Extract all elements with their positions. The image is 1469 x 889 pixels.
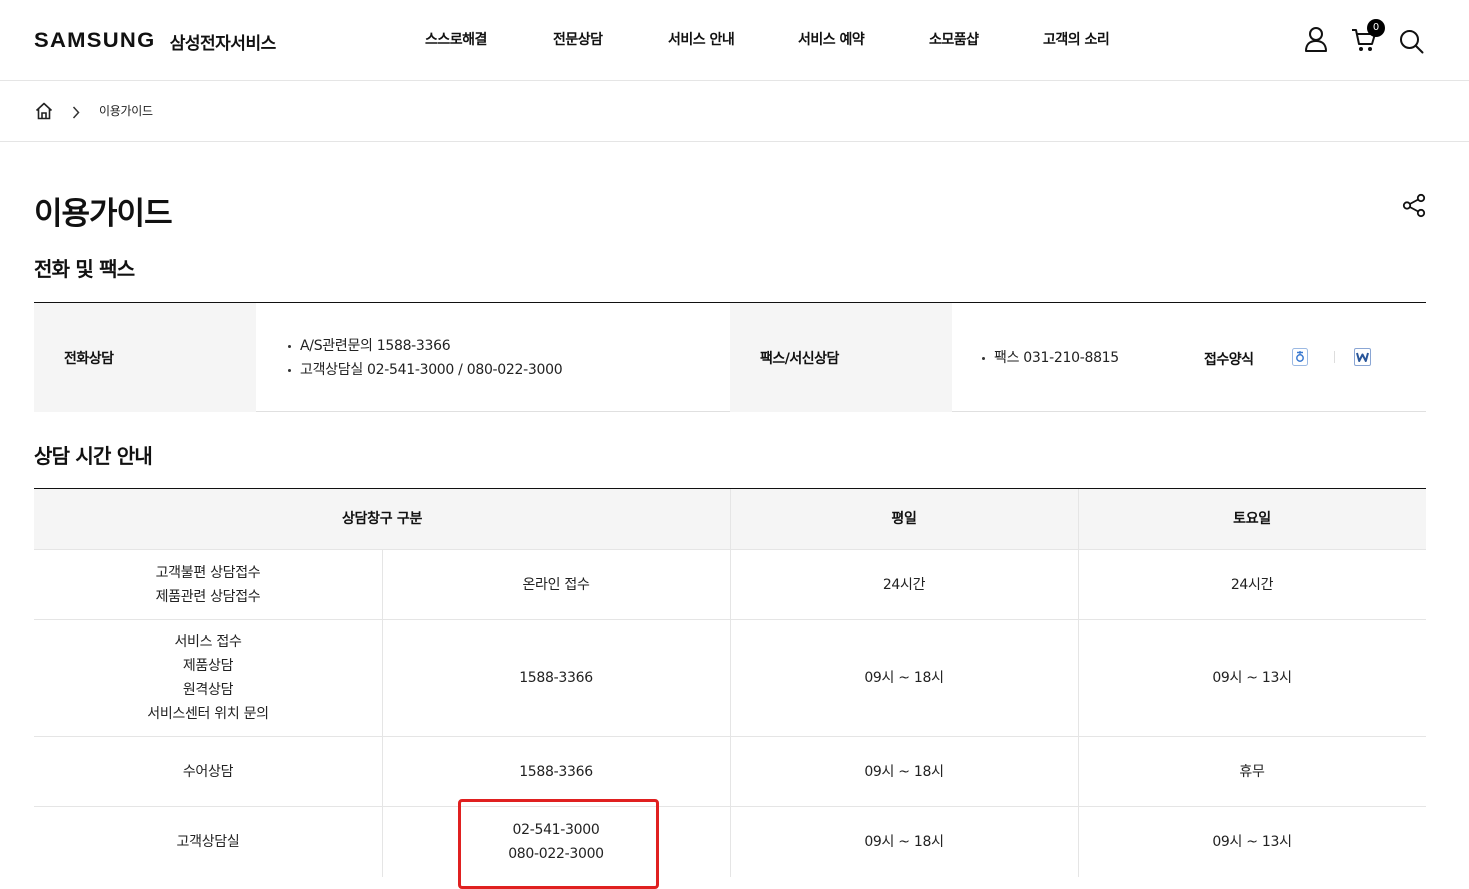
breadcrumb: 이용가이드 (0, 81, 1469, 142)
list-item: A/S관련문의 1588-3366 (286, 334, 562, 358)
nav-self-solve[interactable]: 스스로해결 (425, 29, 487, 49)
phone-consult-label: 전화상담 (34, 303, 256, 412)
icon-divider (1334, 351, 1335, 363)
nav-expert-consult[interactable]: 전문상담 (553, 29, 603, 49)
logo-wordmark: SAMSUNG (34, 29, 156, 52)
word-file-icon[interactable] (1354, 348, 1371, 370)
row-category: 고객불편 상담접수 제품관련 상담접수 (155, 564, 261, 605)
row-saturday: 24시간 (1230, 576, 1274, 593)
chevron-right-icon (72, 104, 80, 123)
table-row: 수어상담 1588-3366 09시 ~ 18시 휴무 (34, 737, 1426, 807)
row-weekday: 24시간 (882, 576, 926, 593)
cart-count-badge: 0 (1367, 19, 1385, 37)
logo-service-name: 삼성전자서비스 (169, 33, 276, 54)
home-icon[interactable] (35, 102, 53, 124)
section-title-hours: 상담 시간 안내 (34, 444, 153, 468)
search-icon[interactable] (1399, 29, 1424, 54)
nav-customer-voice[interactable]: 고객의 소리 (1043, 29, 1110, 49)
share-icon[interactable] (1401, 193, 1427, 222)
list-item: 고객상담실 02-541-3000 / 080-022-3000 (286, 358, 563, 382)
nav-service-info[interactable]: 서비스 안내 (668, 29, 735, 49)
section-title-phone-fax: 전화 및 팩스 (34, 257, 135, 281)
phone-list: A/S관련문의 1588-3366 고객상담실 02-541-3000 / 08… (286, 334, 563, 382)
nav-consumables-shop[interactable]: 소모품샵 (929, 29, 979, 49)
row-saturday: 09시 ~ 13시 (1212, 670, 1292, 686)
row-saturday: 휴무 (1239, 763, 1265, 780)
user-icon[interactable] (1304, 26, 1328, 53)
header-saturday: 토요일 (1233, 511, 1271, 527)
samsung-service-logo[interactable]: SAMSUNG 삼성전자서비스 (34, 28, 276, 54)
table-row: 고객불편 상담접수 제품관련 상담접수 온라인 접수 24시간 24시간 (34, 550, 1426, 620)
row-channel: 1588-3366 (519, 670, 593, 686)
table-row: 서비스 접수 제품상담 원격상담 서비스센터 위치 문의 1588-3366 09시 … (34, 620, 1426, 737)
header-weekday: 평일 (891, 511, 917, 527)
row-category: 서비스 접수 제품상담 원격상담 서비스센터 위치 문의 (147, 634, 269, 722)
fax-consult-label: 팩스/서신상담 (730, 303, 952, 412)
contact-table: 전화상담 A/S관련문의 1588-3366 고객상담실 02-541-3000… (34, 302, 1426, 412)
table-header-row: 상담창구 구분 평일 토요일 (34, 489, 1426, 550)
row-saturday: 09시 ~ 13시 (1212, 834, 1292, 850)
list-item: 팩스 031-210-8815 (980, 346, 1119, 370)
row-channel: 온라인 접수 (522, 576, 590, 593)
row-weekday: 09시 ~ 18시 (864, 670, 944, 686)
page-title: 이용가이드 (34, 196, 173, 232)
row-weekday: 09시 ~ 18시 (864, 834, 944, 850)
phone-consult-cell: A/S관련문의 1588-3366 고객상담실 02-541-3000 / 08… (286, 303, 756, 412)
fax-list: 팩스 031-210-8815 (980, 346, 1119, 370)
fax-consult-cell: 팩스 031-210-8815 (980, 303, 1200, 412)
breadcrumb-current: 이용가이드 (99, 104, 153, 118)
hwp-file-icon[interactable] (1292, 348, 1308, 370)
table-row: 고객상담실 02-541-3000 080-022-3000 09시 ~ 18시 … (34, 807, 1426, 877)
row-channel: 1588-3366 (519, 763, 593, 780)
highlight-box (458, 799, 659, 889)
nav-service-reservation[interactable]: 서비스 예약 (798, 29, 865, 49)
row-category: 수어상담 (182, 763, 234, 780)
hours-table: 상담창구 구분 평일 토요일 고객불편 상담접수 제품관련 상담접수 온라인 접수… (34, 488, 1426, 877)
row-weekday: 09시 ~ 18시 (864, 763, 944, 780)
row-category: 고객상담실 (176, 834, 240, 850)
form-label: 접수양식 (1204, 352, 1254, 368)
global-header: SAMSUNG 삼성전자서비스 스스로해결 전문상담 서비스 안내 서비스 예약… (0, 0, 1469, 81)
header-category: 상담창구 구분 (341, 511, 423, 527)
